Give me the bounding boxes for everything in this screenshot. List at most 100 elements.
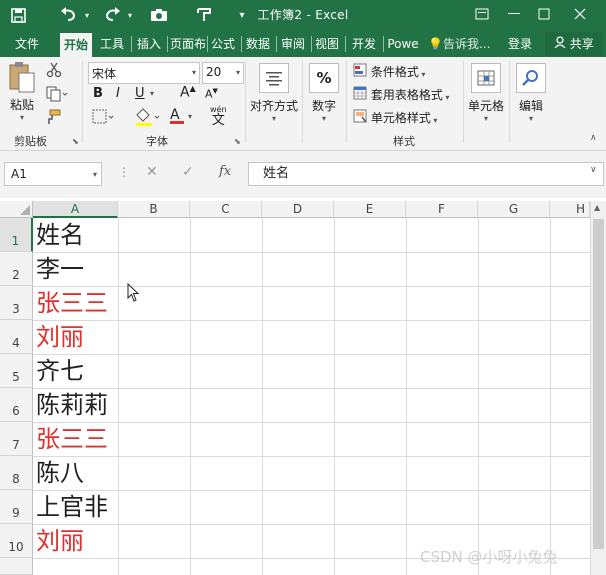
copy-icon[interactable]: [46, 86, 68, 105]
styles-group-label: 样式: [393, 135, 415, 148]
tab-insert[interactable]: 插入: [134, 32, 164, 56]
cell-a7[interactable]: 张三三: [33, 422, 118, 456]
row-header-6[interactable]: 6: [0, 388, 33, 422]
collapse-ribbon-icon[interactable]: ∧: [590, 133, 597, 143]
italic-button[interactable]: I: [116, 86, 120, 101]
cell-a10[interactable]: 刘丽: [33, 524, 118, 558]
chevron-down-icon: ▾: [191, 68, 196, 77]
row-header-3[interactable]: 3: [0, 286, 33, 320]
conditional-format-icon: [353, 63, 367, 77]
row-header-5[interactable]: 5: [0, 354, 33, 388]
enter-icon[interactable]: ✓: [182, 164, 194, 180]
clipboard-launcher-icon[interactable]: ⬊: [72, 137, 79, 146]
tab-tools[interactable]: 工具: [97, 32, 127, 56]
tab-formulas[interactable]: 公式: [208, 32, 238, 56]
cell-styles-icon: [353, 109, 367, 123]
alignment-button[interactable]: 对齐方式 ▾: [250, 63, 298, 123]
row-header-1[interactable]: 1: [0, 218, 33, 252]
cell-a9[interactable]: 上官非: [33, 490, 118, 524]
cell-a3[interactable]: 张三三: [33, 286, 118, 320]
minimize-icon[interactable]: [500, 3, 528, 25]
vertical-scrollbar[interactable]: ▲: [590, 201, 606, 575]
cell-a5[interactable]: 齐七: [33, 354, 118, 388]
font-color-button[interactable]: A: [170, 107, 184, 124]
cell-a2[interactable]: 李一: [33, 252, 118, 286]
column-header-h[interactable]: H: [550, 201, 590, 218]
tab-developer[interactable]: 开发工: [347, 32, 381, 56]
restore-icon[interactable]: [468, 3, 496, 25]
close-icon[interactable]: [566, 3, 594, 25]
fill-color-icon[interactable]: [134, 107, 160, 130]
tab-review[interactable]: 审阅: [278, 32, 308, 56]
insert-function-button[interactable]: fx: [219, 164, 231, 179]
tab-page-layout[interactable]: 页面布: [170, 32, 206, 56]
cell-styles-button[interactable]: 单元格样式 ▾: [353, 109, 437, 126]
number-format-button[interactable]: % 数字 ▾: [306, 63, 342, 123]
column-header-a[interactable]: A: [33, 201, 118, 218]
font-group-label: 字体: [146, 135, 168, 148]
column-header-f[interactable]: F: [406, 201, 478, 218]
cancel-icon[interactable]: ✕: [146, 164, 158, 180]
tab-view[interactable]: 视图: [312, 32, 342, 56]
row-header-8[interactable]: 8: [0, 456, 33, 490]
mouse-pointer-icon: [127, 282, 141, 306]
font-color-dropdown-icon[interactable]: ▾: [188, 112, 192, 121]
row-header-9[interactable]: 9: [0, 490, 33, 524]
tab-file[interactable]: 文件: [10, 32, 44, 56]
cell-a4[interactable]: 刘丽: [33, 320, 118, 354]
scrollbar-thumb[interactable]: [593, 219, 604, 549]
align-icon: [259, 63, 289, 93]
font-launcher-icon[interactable]: ⬊: [234, 137, 241, 146]
share-button[interactable]: 共享: [545, 32, 603, 56]
font-size-combo[interactable]: 20 ▾: [202, 62, 244, 84]
column-header-e[interactable]: E: [334, 201, 406, 218]
column-header-c[interactable]: C: [190, 201, 262, 218]
maximize-icon[interactable]: [530, 3, 558, 25]
formula-input[interactable]: 姓名: [248, 162, 604, 186]
conditional-formatting-button[interactable]: 条件格式 ▾: [353, 63, 425, 80]
row-header-4[interactable]: 4: [0, 320, 33, 354]
clipboard-group-label: 剪贴板: [14, 135, 47, 148]
name-box[interactable]: A1 ▾: [4, 162, 102, 186]
shrink-font-button[interactable]: A▼: [205, 87, 218, 101]
row-header-10[interactable]: 10: [0, 524, 33, 558]
bold-button[interactable]: B: [93, 86, 103, 101]
phonetic-guide-button[interactable]: wén 文: [210, 105, 227, 128]
row-header-2[interactable]: 2: [0, 252, 33, 286]
tab-power[interactable]: Powe: [385, 32, 421, 56]
column-header-g[interactable]: G: [478, 201, 550, 218]
ribbon-home: 粘贴 ▾ 剪贴板 ⬊ 宋体 ▾ 20 ▾ B I U ▾ A▲ A▼ A ▾ w…: [0, 57, 606, 151]
cell-a8[interactable]: 陈八: [33, 456, 118, 490]
format-as-table-button[interactable]: 套用表格格式 ▾: [353, 86, 449, 103]
signin-link[interactable]: 登录: [503, 32, 537, 56]
cut-icon[interactable]: [46, 62, 62, 81]
tell-me-search[interactable]: 💡告诉我...: [428, 32, 498, 56]
formula-bar: A1 ▾ ⋮ ✕ ✓ fx 姓名 ∨: [0, 151, 606, 198]
cell-a1[interactable]: 姓名: [33, 218, 118, 252]
column-header-b[interactable]: B: [118, 201, 190, 218]
row-header-7[interactable]: 7: [0, 422, 33, 456]
select-all-corner[interactable]: [0, 201, 33, 218]
cell-a6[interactable]: 陈莉莉: [33, 388, 118, 422]
editing-button[interactable]: 编辑 ▾: [512, 63, 550, 123]
formula-bar-grip-icon: ⋮: [118, 165, 130, 179]
tab-home[interactable]: 开始: [60, 33, 92, 57]
tab-data[interactable]: 数据: [243, 32, 273, 56]
borders-icon[interactable]: [92, 109, 114, 128]
column-header-d[interactable]: D: [262, 201, 334, 218]
font-name-combo[interactable]: 宋体 ▾: [88, 62, 200, 84]
watermark: CSDN @小呀小兔兔: [420, 548, 558, 566]
person-icon: [554, 36, 570, 51]
paste-button[interactable]: 粘贴 ▾: [8, 61, 36, 122]
expand-formula-icon[interactable]: ∨: [590, 165, 597, 175]
format-painter-icon[interactable]: [46, 109, 62, 128]
cells-button[interactable]: 单元格 ▾: [467, 63, 505, 123]
chevron-down-icon: ▾: [92, 170, 97, 179]
lightbulb-icon: 💡: [428, 37, 443, 51]
grow-font-button[interactable]: A▲: [180, 84, 196, 101]
underline-dropdown-icon[interactable]: ▾: [150, 89, 154, 98]
row-header-11[interactable]: [0, 558, 33, 575]
scroll-up-icon[interactable]: ▲: [594, 203, 600, 212]
clipboard-icon: [9, 62, 35, 93]
underline-button[interactable]: U: [135, 86, 145, 101]
